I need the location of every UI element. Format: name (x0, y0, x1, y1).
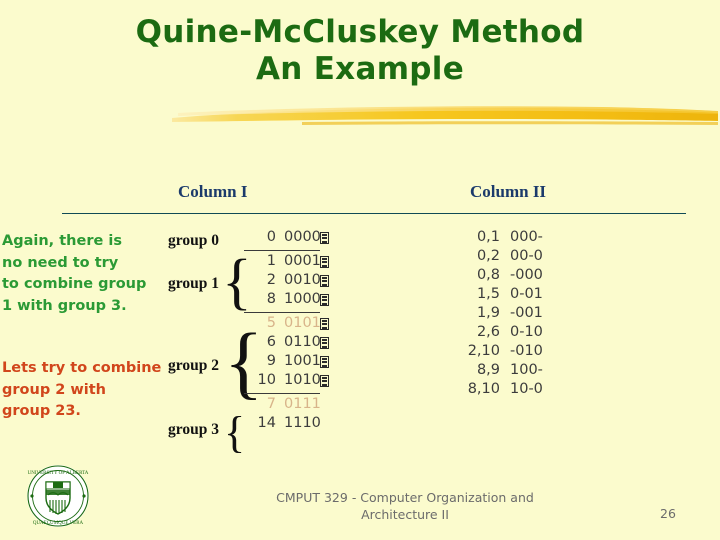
minterm-pair: 8,9 (476, 362, 500, 378)
column-1-row: 2 0010 (244, 272, 336, 291)
minterm-pair-bits: 0-10 (510, 324, 543, 340)
column-2-row: 2,10 -010 (452, 343, 582, 362)
header-divider-rule (62, 213, 686, 214)
minterm-number: 8 (266, 291, 276, 307)
minterm-number: 10 (257, 372, 276, 388)
minterm-bits: 1010 (284, 372, 321, 388)
column-2-table: 0,1 000- 0,2 00-0 0,8 -000 1,5 0-01 1,9 -001 2,6 0-… (452, 229, 582, 400)
minterm-pair-bits: -000 (510, 267, 543, 283)
minterm-pair-bits: 0-01 (510, 286, 543, 302)
combined-marker-icon (320, 318, 329, 330)
university-seal-logo: UNIVERSITY OF ALBERTA QUAECUMQUE VERA (27, 465, 89, 527)
column-1-header: Column I (178, 182, 248, 201)
column-1-row: 7 0111 (244, 396, 336, 415)
column-2-row: 2,6 0-10 (452, 324, 582, 343)
column-1-row: 6 0110 (244, 334, 336, 353)
minterm-pair: 0,2 (476, 248, 500, 264)
minterm-number: 2 (266, 272, 276, 288)
brush-stroke-decoration (172, 106, 718, 125)
minterm-number: 1 (266, 253, 276, 269)
minterm-pair: 8,10 (467, 381, 500, 397)
column-1-row: 10 1010 (244, 372, 336, 391)
column-2-row: 8,10 10-0 (452, 381, 582, 400)
svg-text:UNIVERSITY OF ALBERTA: UNIVERSITY OF ALBERTA (28, 471, 89, 476)
brace-group-3: { (224, 408, 246, 457)
minterm-bits: 0111 (284, 396, 321, 412)
column-1-row: 14 1110 (244, 415, 336, 434)
combined-marker-icon (320, 294, 329, 306)
column-1-row: 5 0101 (244, 315, 336, 334)
minterm-pair-bits: -001 (510, 305, 543, 321)
minterm-pair-bits: -010 (510, 343, 543, 359)
minterm-number: 7 (266, 396, 276, 412)
minterm-pair-bits: 100- (510, 362, 543, 378)
title-line-1: Quine-McCluskey Method (135, 14, 585, 50)
minterm-number: 9 (266, 353, 276, 369)
minterm-number: 5 (266, 315, 276, 331)
column-1-row: 9 1001 (244, 353, 336, 372)
minterm-pair-bits: 10-0 (510, 381, 543, 397)
group-label-3: group 3 (168, 421, 219, 438)
slide-canvas: Quine-McCluskey Method An Example Column… (0, 0, 720, 540)
combined-marker-icon (320, 232, 329, 244)
minterm-bits: 0001 (284, 253, 321, 269)
group-label-2: group 2 (168, 357, 219, 374)
minterm-bits: 1000 (284, 291, 321, 307)
minterm-pair-bits: 000- (510, 229, 543, 245)
note-green: Again, there is no need to try to combin… (2, 233, 147, 314)
combined-marker-icon (320, 275, 329, 287)
minterm-bits: 0101 (284, 315, 321, 331)
minterm-pair: 1,9 (476, 305, 500, 321)
column-2-row: 0,8 -000 (452, 267, 582, 286)
combined-marker-icon (320, 256, 329, 268)
minterm-bits: 0010 (284, 272, 321, 288)
minterm-bits: 1001 (284, 353, 321, 369)
minterm-number: 14 (257, 415, 276, 431)
column-2-header: Column II (470, 182, 547, 201)
minterm-bits: 0000 (284, 229, 321, 245)
column-1-row: 8 1000 (244, 291, 336, 310)
page-number: 26 (660, 506, 676, 521)
svg-text:QUAECUMQUE VERA: QUAECUMQUE VERA (33, 521, 84, 526)
minterm-pair: 1,5 (476, 286, 500, 302)
column-2-row: 8,9 100- (452, 362, 582, 381)
minterm-number: 0 (266, 229, 276, 245)
column-2-row: 1,9 -001 (452, 305, 582, 324)
footer-course-text: CMPUT 329 - Computer Organization and Ar… (276, 490, 534, 522)
title-line-2: An Example (255, 51, 465, 87)
group-separator (244, 312, 320, 313)
minterm-pair: 0,1 (476, 229, 500, 245)
minterm-pair: 2,6 (476, 324, 500, 340)
column-2-row: 1,5 0-01 (452, 286, 582, 305)
minterm-bits: 0110 (284, 334, 321, 350)
column-1-table: 0 0000 1 0001 2 0010 8 1000 5 0101 6 0110 9 1001 10 101… (244, 229, 336, 434)
combined-marker-icon (320, 375, 329, 387)
group-separator (244, 250, 320, 251)
group-separator (244, 393, 320, 394)
column-1-row: 0 0000 (244, 229, 336, 248)
minterm-pair: 2,10 (467, 343, 500, 359)
group-label-1: group 1 (168, 275, 219, 292)
minterm-number: 6 (266, 334, 276, 350)
slide-title: Quine-McCluskey Method An Example (0, 14, 720, 88)
group-label-0: group 0 (168, 232, 219, 249)
minterm-bits: 1110 (284, 415, 321, 431)
column-1-row: 1 0001 (244, 253, 336, 272)
combined-marker-icon (320, 337, 329, 349)
column-2-row: 0,1 000- (452, 229, 582, 248)
note-orange: Lets try to combine group 2 with group 2… (2, 360, 162, 419)
combined-marker-icon (320, 356, 329, 368)
minterm-pair: 0,8 (476, 267, 500, 283)
column-2-row: 0,2 00-0 (452, 248, 582, 267)
minterm-pair-bits: 00-0 (510, 248, 543, 264)
